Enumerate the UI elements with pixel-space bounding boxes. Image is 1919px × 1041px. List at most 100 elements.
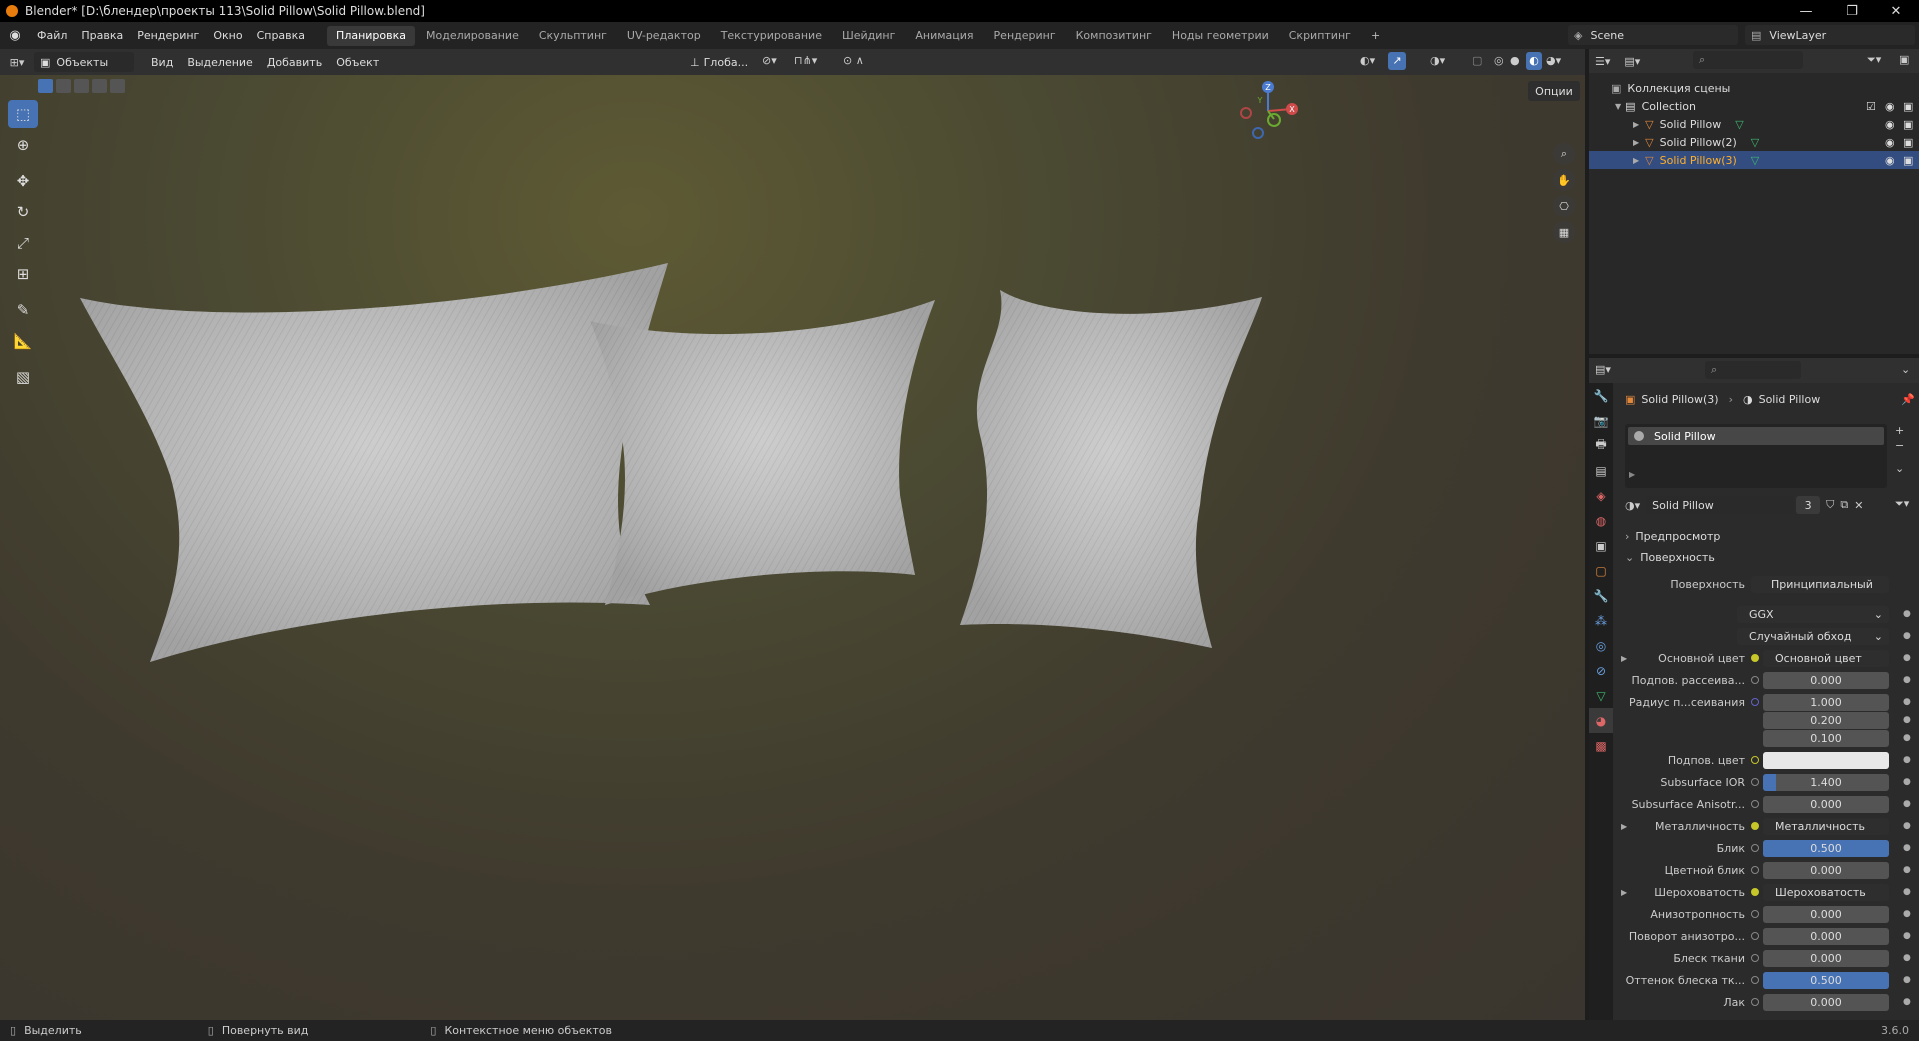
value-field[interactable]: 0.000 <box>1763 993 1889 1011</box>
visibility-eye-icon[interactable]: ◉ <box>1885 154 1895 167</box>
material-shading-icon[interactable]: ◐ <box>1526 52 1542 70</box>
keyframe-dot-icon[interactable]: ● <box>1903 715 1911 725</box>
socket-dot-icon[interactable] <box>1751 822 1759 830</box>
link-mode-icon[interactable]: ⏷▾ <box>1895 497 1909 511</box>
add-slot-icon[interactable]: + <box>1895 424 1904 437</box>
tool-tab-icon[interactable]: 🔧 <box>1589 383 1613 408</box>
render-camera-icon[interactable]: ▣ <box>1903 136 1913 149</box>
keyframe-dot-icon[interactable]: ● <box>1903 755 1911 765</box>
expand-chevron-icon[interactable]: ▶ <box>1633 138 1639 147</box>
keyframe-dot-icon[interactable]: ● <box>1903 697 1911 707</box>
outliner-editor-icon[interactable]: ☰▾ <box>1595 55 1610 68</box>
socket-dot-icon[interactable] <box>1751 698 1759 706</box>
pivot-icon[interactable]: ⊘▾ <box>762 54 777 67</box>
socket-dot-icon[interactable] <box>1751 910 1759 918</box>
expand-chevron-icon[interactable]: ▶ <box>1633 156 1639 165</box>
tab-modeling[interactable]: Моделирование <box>417 26 528 46</box>
keyframe-dot-icon[interactable]: ● <box>1903 843 1911 853</box>
visibility-eye-icon[interactable]: ◉ <box>1885 118 1895 131</box>
snap-icon[interactable]: ⊓⋔▾ <box>794 54 817 67</box>
tab-compositing[interactable]: Композитинг <box>1067 26 1161 46</box>
render-camera-icon[interactable]: ▣ <box>1903 154 1913 167</box>
value-field[interactable]: 0.100 <box>1763 729 1889 747</box>
render-tab-icon[interactable]: 📷 <box>1589 408 1613 433</box>
keyframe-dot-icon[interactable]: ● <box>1903 799 1911 809</box>
render-camera-icon[interactable]: ▣ <box>1903 118 1913 131</box>
subsurface-method-select[interactable]: Случайный обход ⌄ <box>1737 627 1889 645</box>
expand-arrow-icon[interactable]: ▶ <box>1629 470 1635 479</box>
display-mode-icon[interactable]: ▤▾ <box>1624 55 1640 68</box>
filter-icon[interactable]: ⏷▾ <box>1867 53 1881 67</box>
tab-layout[interactable]: Планировка <box>327 25 416 46</box>
overlay-icon[interactable]: ◑▾ <box>1430 54 1445 67</box>
pan-hand-icon[interactable]: ✋ <box>1553 169 1575 191</box>
close-button[interactable]: ✕ <box>1873 0 1919 22</box>
menu-select[interactable]: Выделение <box>180 49 260 76</box>
outliner-search-input[interactable]: ⌕ <box>1693 51 1803 69</box>
keyframe-dot-icon[interactable]: ● <box>1903 865 1911 875</box>
value-field[interactable]: 1.000 <box>1763 693 1889 711</box>
zoom-icon[interactable]: ⌕ <box>1553 143 1575 165</box>
keyframe-dot-icon[interactable]: ● <box>1903 821 1911 831</box>
value-field[interactable]: 0.000 <box>1763 861 1889 879</box>
outliner-scene-collection[interactable]: ▣ Коллекция сцены <box>1589 79 1919 97</box>
perspective-grid-icon[interactable]: ▦ <box>1553 221 1575 243</box>
exclude-checkbox[interactable]: ☑ <box>1866 100 1876 113</box>
socket-dot-icon[interactable] <box>1751 756 1759 764</box>
collection-tab-icon[interactable]: ▣ <box>1589 533 1613 558</box>
modifier-tab-icon[interactable]: 🔧 <box>1589 583 1613 608</box>
user-count[interactable]: 3 <box>1796 496 1821 514</box>
color-swatch[interactable] <box>1763 751 1889 769</box>
object-tab-icon[interactable]: ▢ <box>1589 558 1613 583</box>
linked-input-field[interactable]: Основной цвет <box>1763 649 1889 667</box>
outliner-collection[interactable]: ▼ ▤ Collection ☑ ◉ ▣ <box>1589 97 1919 115</box>
material-slot-item[interactable]: Solid Pillow <box>1628 427 1884 445</box>
properties-editor-icon[interactable]: ▤▾ <box>1595 363 1611 376</box>
rotate-tool-icon[interactable]: ↻ <box>8 198 38 226</box>
keyframe-dot-icon[interactable]: ● <box>1903 909 1911 919</box>
surface-shader-field[interactable]: Принципиальный BSDF <box>1751 575 1889 593</box>
socket-dot-icon[interactable] <box>1751 866 1759 874</box>
camera-view-icon[interactable]: ⎔ <box>1553 195 1575 217</box>
view-layer-tab-icon[interactable]: ▤ <box>1589 458 1613 483</box>
socket-dot-icon[interactable] <box>1751 932 1759 940</box>
navigation-gizmo[interactable]: Z X Y <box>1240 77 1300 147</box>
render-camera-icon[interactable]: ▣ <box>1903 100 1913 113</box>
material-tab-icon[interactable]: ◕ <box>1589 708 1613 733</box>
value-field[interactable]: 0.500 <box>1763 971 1889 989</box>
view-layer-selector[interactable]: ▤ ViewLayer <box>1745 25 1915 45</box>
proportional-edit-icon[interactable]: ⊙ ∧ <box>843 54 864 67</box>
linked-input-field[interactable]: Шероховатость <box>1763 883 1889 901</box>
keyframe-dot-icon[interactable]: ● <box>1903 975 1911 985</box>
gizmo-toggle-icon[interactable]: ↗ <box>1388 52 1406 70</box>
material-name-field[interactable]: Solid Pillow <box>1646 496 1795 514</box>
tab-animation[interactable]: Анимация <box>906 26 982 46</box>
value-field[interactable]: 0.000 <box>1763 949 1889 967</box>
annotate-tool-icon[interactable]: ✎ <box>8 296 38 324</box>
outliner-object-row-selected[interactable]: ▶ ▽ Solid Pillow(3) ▽ ◉ ▣ <box>1589 151 1919 169</box>
keyframe-dot-icon[interactable]: ● <box>1903 675 1911 685</box>
keyframe-dot-icon[interactable]: ● <box>1903 953 1911 963</box>
value-field[interactable]: 0.200 <box>1763 711 1889 729</box>
tab-geometry-nodes[interactable]: Ноды геометрии <box>1163 26 1278 46</box>
remove-slot-icon[interactable]: − <box>1895 439 1904 452</box>
gizmo-y-axis[interactable] <box>1267 113 1281 127</box>
socket-dot-icon[interactable] <box>1751 998 1759 1006</box>
menu-view[interactable]: Вид <box>144 49 180 76</box>
keyframe-dot-icon[interactable]: ● <box>1903 887 1911 897</box>
menu-add[interactable]: Добавить <box>260 49 329 76</box>
menu-help[interactable]: Справка <box>250 22 312 49</box>
mesh-data-icon[interactable]: ▽ <box>1751 154 1759 167</box>
outliner-object-row[interactable]: ▶ ▽ Solid Pillow(2) ▽ ◉ ▣ <box>1589 133 1919 151</box>
maximize-button[interactable]: ❐ <box>1829 0 1875 22</box>
keyframe-dot-icon[interactable]: ● <box>1903 777 1911 787</box>
keyframe-dot-icon[interactable]: ● <box>1903 609 1911 619</box>
expand-arrow-icon[interactable]: ▶ <box>1621 654 1627 663</box>
pillow-right[interactable] <box>960 290 1262 648</box>
editor-type-icon[interactable]: ⊞▾ <box>0 56 34 69</box>
pin-icon[interactable]: 📌 <box>1901 393 1915 406</box>
visibility-eye-icon[interactable]: ◉ <box>1885 100 1895 113</box>
socket-dot-icon[interactable] <box>1751 800 1759 808</box>
orientation-selector[interactable]: ⊥ Глоба... <box>684 52 754 72</box>
keyframe-dot-icon[interactable]: ● <box>1903 653 1911 663</box>
